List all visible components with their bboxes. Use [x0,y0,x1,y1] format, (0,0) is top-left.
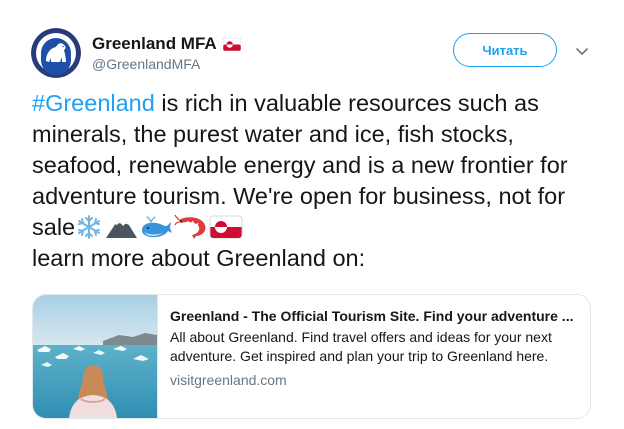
tweet: Greenland MFA @GreenlandMFA Читать #Gree… [0,0,624,429]
link-preview-card[interactable]: Greenland - The Official Tourism Site. F… [32,294,591,419]
chevron-down-icon [576,48,588,55]
whale-icon [142,216,173,238]
emoji-row [75,214,243,240]
tweet-text: #Greenland is rich in valuable resources… [32,88,602,274]
more-options-button[interactable] [575,44,589,55]
greenland-flag-icon [209,215,243,239]
greenland-flag-icon [222,37,241,51]
avatar[interactable] [31,28,81,78]
hashtag-link[interactable]: #Greenland [32,90,155,116]
author-handle[interactable]: @GreenlandMFA [92,56,200,72]
follow-button[interactable]: Читать [453,33,557,67]
card-description: All about Greenland. Find travel offers … [170,329,552,364]
author-name[interactable]: Greenland MFA [92,34,217,54]
mountain-icon [106,220,138,238]
shrimp-icon [174,214,206,239]
card-domain: visitgreenland.com [170,372,287,388]
card-image [33,295,158,418]
polar-bear-coat-of-arms-icon [31,28,81,78]
card-title[interactable]: Greenland - The Official Tourism Site. F… [170,308,580,324]
card-body: Greenland - The Official Tourism Site. F… [158,295,590,418]
tweet-text-end: learn more about Greenland on: [32,245,366,271]
author-name-row[interactable]: Greenland MFA [92,34,241,54]
snowflake-icon [78,215,101,239]
